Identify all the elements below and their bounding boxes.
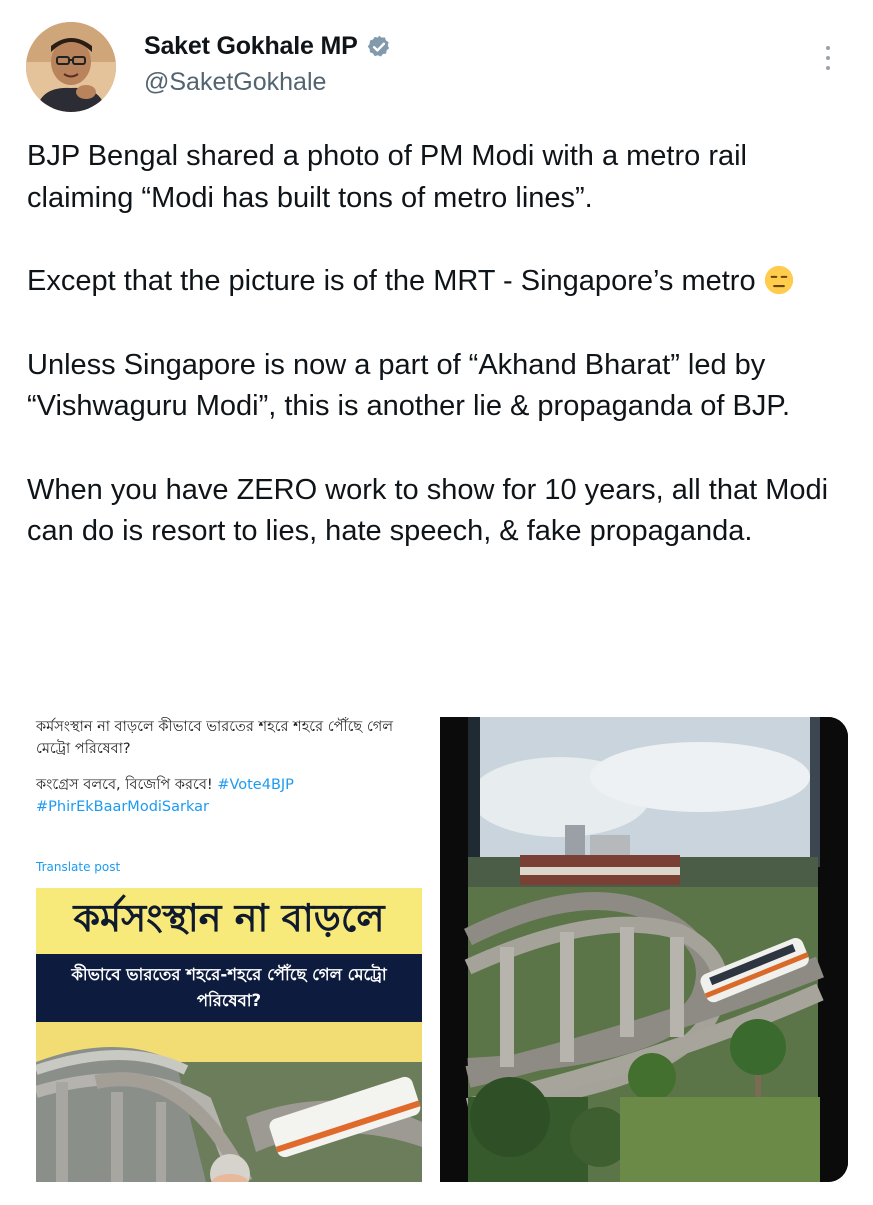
hashtag-phirekbaar[interactable]: #PhirEkBaarModiSarkar	[36, 796, 420, 818]
verified-badge-icon	[367, 35, 389, 57]
poster: কর্মসংস্থান না বাড়লে কীভাবে ভারতের শহরে…	[36, 888, 422, 1182]
embedded-line1: কর্মসংস্থান না বাড়লে কীভাবে ভারতের শহরে…	[36, 719, 394, 757]
hashtag-vote4bjp[interactable]: #Vote4BJP	[217, 777, 294, 793]
poster-headline: কর্মসংস্থান না বাড়লে	[36, 888, 422, 954]
expressionless-face-icon	[764, 265, 793, 295]
tweet-paragraph: When you have ZERO work to show for 10 y…	[27, 473, 829, 548]
author-name[interactable]: Saket Gokhale MP	[144, 32, 358, 61]
avatar-photo	[26, 22, 116, 112]
embedded-line2: কংগ্রেস বলবে, বিজেপি করবে!	[36, 777, 213, 793]
metro-illustration	[36, 1022, 422, 1182]
more-options-icon[interactable]	[820, 46, 836, 76]
translate-post-link[interactable]: Translate post	[36, 860, 120, 874]
tweet-paragraph: Except that the picture is of the MRT - …	[27, 261, 847, 303]
mrt-illustration	[440, 717, 848, 1182]
tweet-paragraph: BJP Bengal shared a photo of PM Modi wit…	[27, 140, 748, 214]
avatar[interactable]	[26, 22, 116, 112]
embedded-post-image[interactable]: কর্মসংস্থান না বাড়লে কীভাবে ভারতের শহরে…	[28, 706, 424, 1182]
author-handle[interactable]: @SaketGokhale	[144, 68, 326, 97]
tweet-body: BJP Bengal shared a photo of PM Modi wit…	[27, 136, 847, 595]
singapore-mrt-photo[interactable]	[440, 717, 848, 1182]
tweet-paragraph-text: Except that the picture is of the MRT - …	[27, 265, 756, 297]
poster-metro-photo	[36, 1022, 422, 1182]
poster-subline: কীভাবে ভারতের শহরে-শহরে পৌঁছে গেল মেট্রো…	[36, 954, 422, 1022]
poster-subline-text: কীভাবে ভারতের শহরে-শহরে পৌঁছে গেল মেট্রো…	[71, 965, 387, 1010]
embedded-line2-row: কংগ্রেস বলবে, বিজেপি করবে! #Vote4BJP	[36, 774, 420, 796]
tweet-paragraph: Unless Singapore is now a part of “Akhan…	[27, 348, 791, 423]
embedded-post-text: কর্মসংস্থান না বাড়লে কীভাবে ভারতের শহরে…	[36, 716, 420, 818]
author-row: Saket Gokhale MP	[144, 32, 392, 61]
